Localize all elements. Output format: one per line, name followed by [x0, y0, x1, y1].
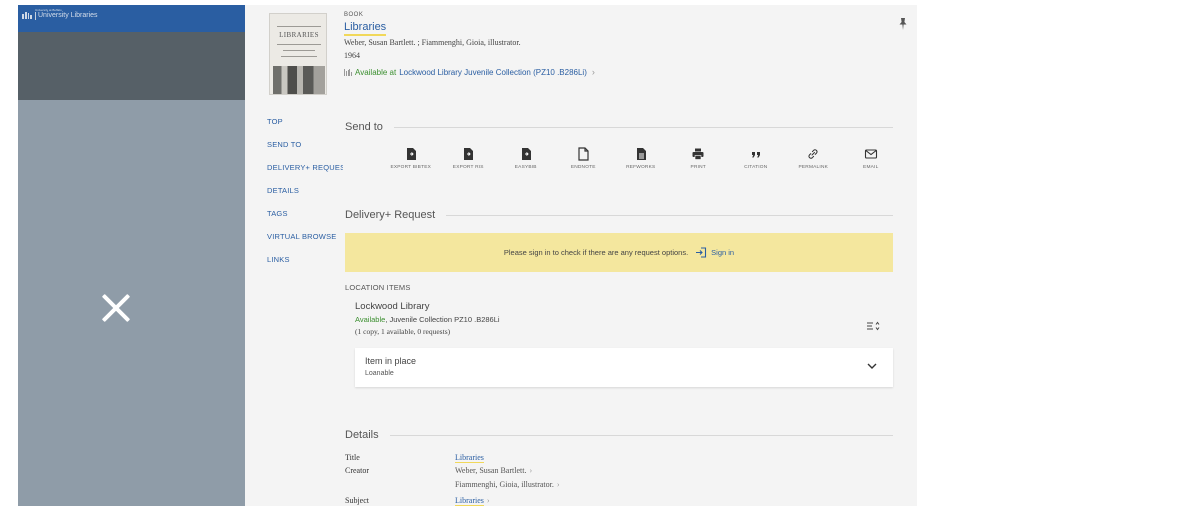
- citation-label: CITATION: [744, 165, 768, 170]
- refworks-button[interactable]: REFWORKS: [612, 147, 670, 170]
- document-lines-icon: [636, 148, 646, 160]
- location-detail: , Juvenile Collection PZ10 .B286Li: [385, 315, 500, 324]
- signin-link-label: Sign in: [711, 248, 735, 257]
- nav-top[interactable]: TOP: [267, 116, 343, 139]
- file-export-icon: [406, 148, 416, 160]
- record-title-link[interactable]: Libraries: [344, 21, 387, 36]
- citation-button[interactable]: CITATION: [727, 147, 785, 170]
- delivery-section-header: Delivery+ Request: [345, 209, 893, 221]
- signin-link[interactable]: Sign in: [695, 247, 734, 258]
- endnote-button[interactable]: ENDNOTE: [555, 147, 613, 170]
- availability-line[interactable]: Available at Lockwood Library Juvenile C…: [344, 67, 595, 77]
- chevron-right-icon: ›: [529, 466, 533, 475]
- chevron-right-icon: ›: [556, 480, 560, 489]
- section-divider: [446, 214, 893, 216]
- detail-key-subject: Subject: [345, 496, 369, 505]
- document-outline-icon: [578, 147, 589, 161]
- nav-links[interactable]: LINKS: [267, 254, 343, 277]
- location-status: Available: [355, 315, 386, 324]
- section-divider: [393, 126, 893, 128]
- location-name: Lockwood Library: [355, 301, 430, 312]
- availability-location-link[interactable]: Lockwood Library Juvenile Collection (PZ…: [399, 68, 587, 77]
- send-to-actions: EXPORT BIBTEX EXPORT RIS EASYBIB ENDNOTE…: [382, 147, 900, 170]
- library-logo-icon: [22, 12, 32, 19]
- location-copies: (1 copy, 1 available, 0 requests): [355, 327, 451, 336]
- details-section-header: Details: [345, 429, 893, 441]
- send-to-heading: Send to: [345, 121, 383, 133]
- email-label: EMAIL: [863, 165, 879, 170]
- detail-creator-link[interactable]: Weber, Susan Bartlett.: [455, 466, 526, 475]
- availability-status: Available at: [355, 67, 397, 77]
- overlay-band: [18, 32, 245, 100]
- chevron-right-icon: ›: [486, 496, 490, 505]
- left-overlay: University at Buffalo University Librari…: [18, 5, 245, 506]
- print-button[interactable]: PRINT: [670, 147, 728, 170]
- export-ris-label: EXPORT RIS: [452, 165, 484, 170]
- file-export-icon: [521, 148, 531, 160]
- cover-rule: [281, 56, 317, 57]
- easybib-button[interactable]: EASYBIB: [497, 147, 555, 170]
- item-card[interactable]: Item in place Loanable: [355, 348, 893, 387]
- signin-message: Please sign in to check if there are any…: [503, 248, 689, 257]
- export-bibtex-label: EXPORT BIBTEX: [390, 165, 432, 170]
- details-heading: Details: [345, 429, 379, 441]
- chevron-down-icon[interactable]: [867, 362, 877, 370]
- cover-rule: [277, 26, 321, 27]
- cover-rule: [283, 50, 315, 51]
- nav-details[interactable]: DETAILS: [267, 185, 343, 208]
- chevron-right-icon: ›: [591, 67, 595, 77]
- detail-key-title: Title: [345, 453, 360, 462]
- location-items-label: LOCATION ITEMS: [345, 283, 411, 292]
- easybib-label: EASYBIB: [514, 165, 537, 170]
- resource-type-label: BOOK: [344, 12, 364, 18]
- library-header: University at Buffalo University Librari…: [18, 5, 245, 32]
- book-cover-thumbnail[interactable]: LIBRARIES: [269, 13, 327, 95]
- section-divider: [389, 434, 893, 436]
- logo-big-text: University Libraries: [35, 12, 98, 20]
- record-header: LIBRARIES BOOK Libraries Weber, Susan Ba…: [269, 11, 907, 101]
- export-ris-button[interactable]: EXPORT RIS: [440, 147, 498, 170]
- item-policy: Loanable: [365, 370, 394, 377]
- delivery-heading: Delivery+ Request: [345, 209, 436, 221]
- refworks-label: REFWORKS: [626, 165, 656, 170]
- record-year: 1964: [344, 51, 360, 60]
- detail-key-creator: Creator: [345, 466, 369, 475]
- permalink-button[interactable]: PERMALINK: [785, 147, 843, 170]
- detail-subject-link[interactable]: Libraries: [455, 496, 484, 506]
- email-button[interactable]: EMAIL: [842, 147, 900, 170]
- cover-photo: [273, 66, 325, 94]
- file-export-icon: [464, 148, 474, 160]
- sign-in-icon: [696, 247, 707, 258]
- signin-banner: Please sign in to check if there are any…: [345, 233, 893, 272]
- detail-creator-link[interactable]: Fiammenghi, Gioia, illustrator.: [455, 480, 554, 489]
- item-title: Item in place: [365, 356, 417, 366]
- nav-tags[interactable]: TAGS: [267, 208, 343, 231]
- detail-title-link[interactable]: Libraries: [455, 453, 484, 463]
- permalink-label: PERMALINK: [798, 165, 829, 170]
- cover-title: LIBRARIES: [279, 31, 319, 39]
- envelope-icon: [864, 149, 877, 159]
- nav-send-to[interactable]: SEND TO: [267, 139, 343, 162]
- section-side-nav: TOP SEND TO DELIVERY+ REQUEST DETAILS TA…: [267, 116, 343, 277]
- pin-icon[interactable]: [898, 18, 908, 30]
- library-logo[interactable]: University at Buffalo University Librari…: [22, 8, 98, 20]
- full-record-panel: LIBRARIES BOOK Libraries Weber, Susan Ba…: [245, 5, 917, 506]
- location-availability: Available, Juvenile Collection PZ10 .B28…: [355, 315, 500, 324]
- quote-icon: [751, 152, 760, 158]
- shelf-icon: [344, 68, 352, 76]
- close-icon[interactable]: [100, 292, 132, 324]
- printer-icon: [692, 148, 704, 160]
- nav-virtual-browse[interactable]: VIRTUAL BROWSE: [267, 231, 343, 254]
- endnote-label: ENDNOTE: [570, 165, 596, 170]
- export-bibtex-button[interactable]: EXPORT BIBTEX: [382, 147, 440, 170]
- record-authors: Weber, Susan Bartlett. ; Fiammenghi, Gio…: [344, 38, 521, 47]
- filter-sort-icon[interactable]: [866, 320, 880, 332]
- print-label: PRINT: [690, 165, 706, 170]
- link-icon: [808, 149, 818, 159]
- send-to-section-header: Send to: [345, 121, 893, 133]
- cover-rule: [277, 44, 321, 45]
- nav-delivery-request[interactable]: DELIVERY+ REQUEST: [267, 162, 343, 185]
